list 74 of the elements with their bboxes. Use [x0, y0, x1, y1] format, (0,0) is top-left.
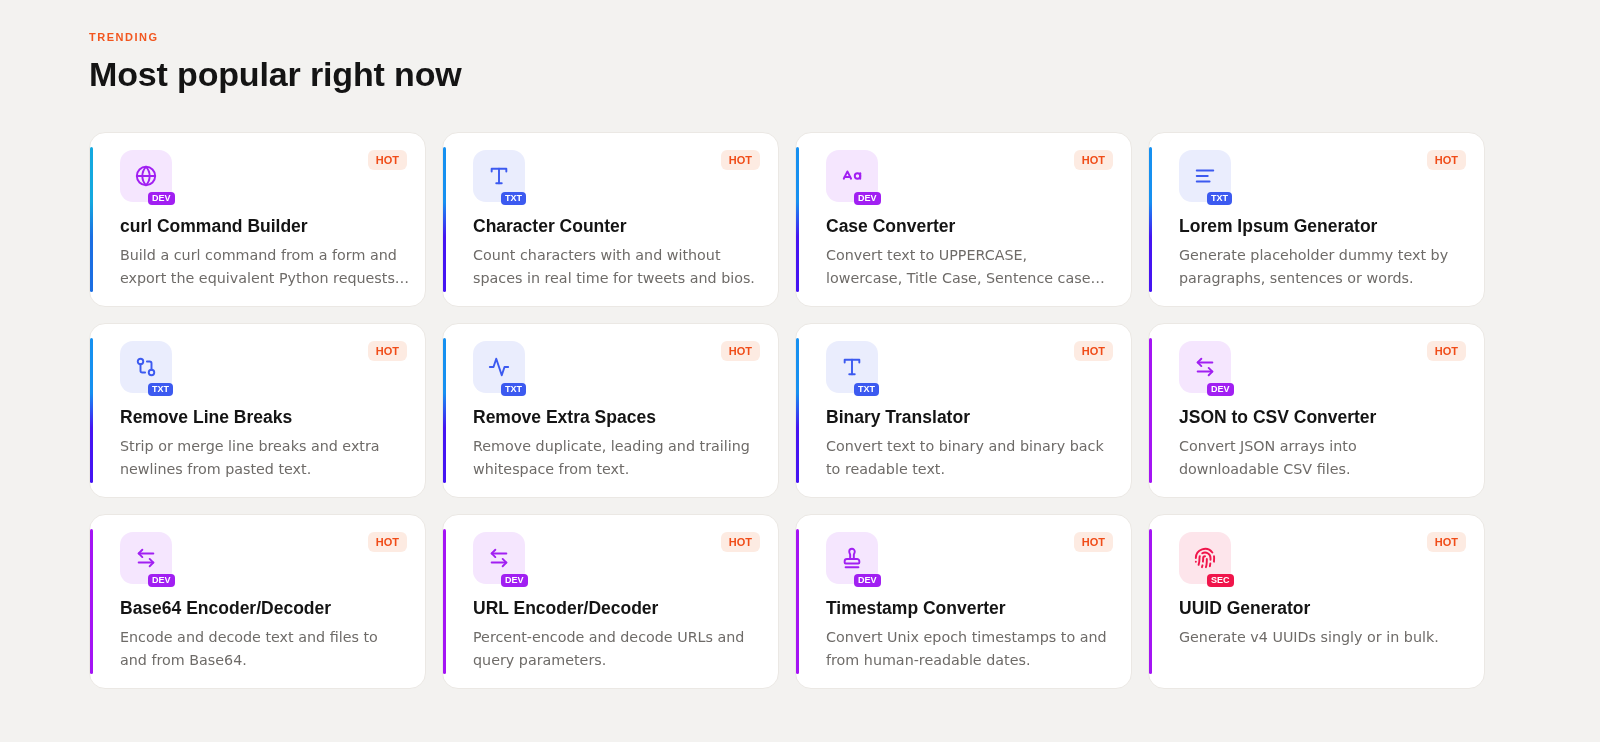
- tool-card[interactable]: DEV HOT Timestamp Converter Convert Unix epoch timestamps to and from human-readable dates.: [795, 514, 1132, 689]
- tool-title: curl Command Builder: [120, 215, 309, 237]
- hot-badge: HOT: [367, 150, 407, 170]
- tool-card[interactable]: TXT HOT Lorem Ipsum Generator Generate placeholder dummy text by paragraphs, sentences or words.: [1148, 132, 1485, 307]
- section-eyebrow: TRENDING: [89, 30, 159, 44]
- arrows-left-right-icon: [1179, 341, 1231, 393]
- category-badge: DEV: [1207, 383, 1234, 396]
- category-badge: SEC: [1207, 574, 1234, 587]
- hot-badge: HOT: [720, 341, 760, 361]
- tool-card[interactable]: DEV HOT Case Converter Convert text to UPPERCASE, lowercase, Title Case, Sentence case…: [795, 132, 1132, 307]
- tool-description: Count characters with and without spaces in real time for tweets and bios.: [473, 246, 756, 288]
- tool-description: Strip or merge line breaks and extra newlines from pasted text.: [120, 437, 381, 479]
- linked-circles-icon: [120, 341, 172, 393]
- hot-badge: HOT: [1073, 341, 1113, 361]
- tool-description: Generate v4 UUIDs singly or in bulk.: [1179, 628, 1440, 647]
- tool-title: Remove Line Breaks: [120, 406, 294, 428]
- hot-badge: HOT: [1073, 150, 1113, 170]
- tool-description: Build a curl command from a form and export the equivalent Python requests…: [120, 246, 411, 288]
- category-badge: TXT: [148, 383, 173, 396]
- tool-description: Remove duplicate, leading and trailing whitespace from text.: [473, 437, 751, 479]
- category-badge: TXT: [854, 383, 879, 396]
- hot-badge: HOT: [720, 150, 760, 170]
- tool-title: Binary Translator: [826, 406, 971, 428]
- category-badge: DEV: [501, 574, 528, 587]
- tool-card[interactable]: DEV HOT Base64 Encoder/Decoder Encode and decode text and files to and from Base64.: [89, 514, 426, 689]
- hot-badge: HOT: [367, 532, 407, 552]
- hot-badge: HOT: [1426, 150, 1466, 170]
- hot-badge: HOT: [720, 532, 760, 552]
- text-case-icon: [826, 150, 878, 202]
- pulse-icon: [473, 341, 525, 393]
- tool-description: Convert text to binary and binary back to readable text.: [826, 437, 1105, 479]
- category-badge: TXT: [501, 383, 526, 396]
- category-badge: TXT: [1207, 192, 1232, 205]
- tool-title: UUID Generator: [1179, 597, 1312, 619]
- tool-card[interactable]: DEV HOT URL Encoder/Decoder Percent-encode and decode URLs and query parameters.: [442, 514, 779, 689]
- hot-badge: HOT: [367, 341, 407, 361]
- stamp-icon: [826, 532, 878, 584]
- category-badge: DEV: [854, 574, 881, 587]
- tool-card[interactable]: TXT HOT Remove Line Breaks Strip or merge line breaks and extra newlines from pasted text.: [89, 323, 426, 498]
- tool-title: Remove Extra Spaces: [473, 406, 657, 428]
- category-badge: DEV: [148, 192, 175, 205]
- tool-title: Lorem Ipsum Generator: [1179, 215, 1379, 237]
- hot-badge: HOT: [1073, 532, 1113, 552]
- tool-description: Convert JSON arrays into downloadable CSV files.: [1179, 437, 1358, 479]
- letter-t-icon: [826, 341, 878, 393]
- arrows-left-right-icon: [120, 532, 172, 584]
- tool-card[interactable]: SEC HOT UUID Generator Generate v4 UUIDs singly or in bulk.: [1148, 514, 1485, 689]
- tool-card[interactable]: DEV HOT JSON to CSV Converter Convert JSON arrays into downloadable CSV files.: [1148, 323, 1485, 498]
- tool-description: Generate placeholder dummy text by paragraphs, sentences or words.: [1179, 246, 1450, 288]
- tool-title: Character Counter: [473, 215, 628, 237]
- tool-card[interactable]: TXT HOT Remove Extra Spaces Remove duplicate, leading and trailing whitespace from text.: [442, 323, 779, 498]
- tool-title: URL Encoder/Decoder: [473, 597, 660, 619]
- category-badge: DEV: [854, 192, 881, 205]
- tool-card[interactable]: DEV HOT curl Command Builder Build a curl command from a form and export the equivalent Python requests…: [89, 132, 426, 307]
- letter-t-icon: [473, 150, 525, 202]
- fingerprint-icon: [1179, 532, 1231, 584]
- section-title: Most popular right now: [89, 54, 462, 94]
- tool-description: Encode and decode text and files to and from Base64.: [120, 628, 379, 670]
- tool-title: Timestamp Converter: [826, 597, 1007, 619]
- text-lines-icon: [1179, 150, 1231, 202]
- hot-badge: HOT: [1426, 341, 1466, 361]
- tool-description: Convert Unix epoch timestamps to and from human-readable dates.: [826, 628, 1108, 670]
- hot-badge: HOT: [1426, 532, 1466, 552]
- tool-card[interactable]: TXT HOT Binary Translator Convert text to binary and binary back to readable text.: [795, 323, 1132, 498]
- tool-description: Convert text to UPPERCASE, lowercase, Title Case, Sentence case…: [826, 246, 1106, 288]
- tool-description: Percent-encode and decode URLs and query parameters.: [473, 628, 746, 670]
- tool-card[interactable]: TXT HOT Character Counter Count characters with and without spaces in real time for tweets and bios.: [442, 132, 779, 307]
- globe-icon: [120, 150, 172, 202]
- tool-title: Case Converter: [826, 215, 957, 237]
- category-badge: TXT: [501, 192, 526, 205]
- arrows-left-right-icon: [473, 532, 525, 584]
- tool-title: Base64 Encoder/Decoder: [120, 597, 333, 619]
- category-badge: DEV: [148, 574, 175, 587]
- tool-title: JSON to CSV Converter: [1179, 406, 1378, 428]
